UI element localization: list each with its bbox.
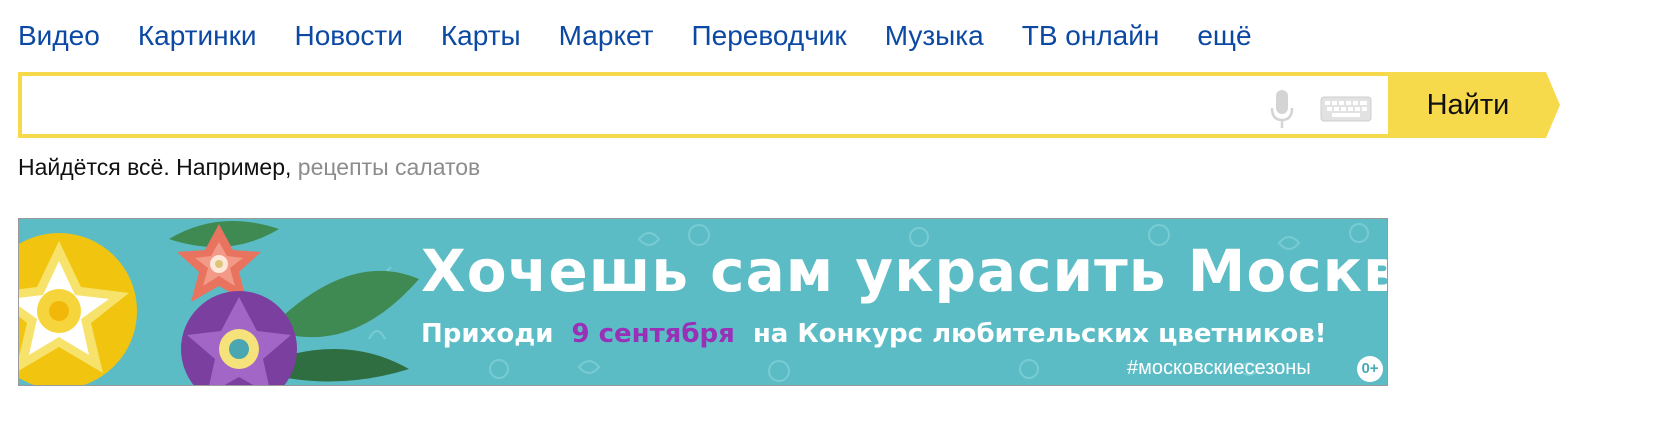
banner-subtitle: Приходи 9 сентября на Конкурс любительских…: [421, 319, 1327, 349]
banner-date: 9 сентября: [571, 319, 735, 349]
nav-item-tv[interactable]: ТВ онлайн: [1022, 20, 1160, 52]
hint-prefix: Найдётся всё. Например,: [18, 154, 298, 180]
banner-sub-before: Приходи: [421, 319, 554, 349]
banner-sub-after: на Конкурс любительских цветников!: [752, 319, 1327, 349]
search-hint: Найдётся всё. Например, рецепты салатов: [18, 154, 480, 181]
promo-banner[interactable]: Хочешь сам украсить Москву? Приходи 9 сен…: [18, 218, 1388, 386]
banner-title: Хочешь сам украсить Москву?: [421, 237, 1388, 305]
nav-item-music[interactable]: Музыка: [885, 20, 984, 52]
search-button[interactable]: Найти: [1388, 72, 1560, 138]
hint-example-link[interactable]: рецепты салатов: [298, 154, 480, 180]
nav-item-images[interactable]: Картинки: [138, 20, 257, 52]
search-input[interactable]: [26, 80, 1246, 138]
search-button-label: Найти: [1426, 89, 1510, 121]
keyboard-icon[interactable]: [1320, 96, 1372, 122]
banner-hashtag: #московскиесезоны: [1127, 357, 1311, 379]
search-form: Найти: [18, 72, 1560, 138]
nav-item-video[interactable]: Видео: [18, 20, 100, 52]
nav-item-market[interactable]: Маркет: [559, 20, 654, 52]
nav-item-translator[interactable]: Переводчик: [692, 20, 847, 52]
nav-item-news[interactable]: Новости: [294, 20, 402, 52]
microphone-icon[interactable]: [1270, 88, 1294, 130]
age-rating-badge: 0+: [1357, 356, 1383, 382]
services-nav: Видео Картинки Новости Карты Маркет Пере…: [18, 14, 1290, 58]
search-box: [18, 72, 1388, 138]
nav-item-more[interactable]: ещё: [1197, 20, 1251, 52]
nav-item-maps[interactable]: Карты: [441, 20, 521, 52]
